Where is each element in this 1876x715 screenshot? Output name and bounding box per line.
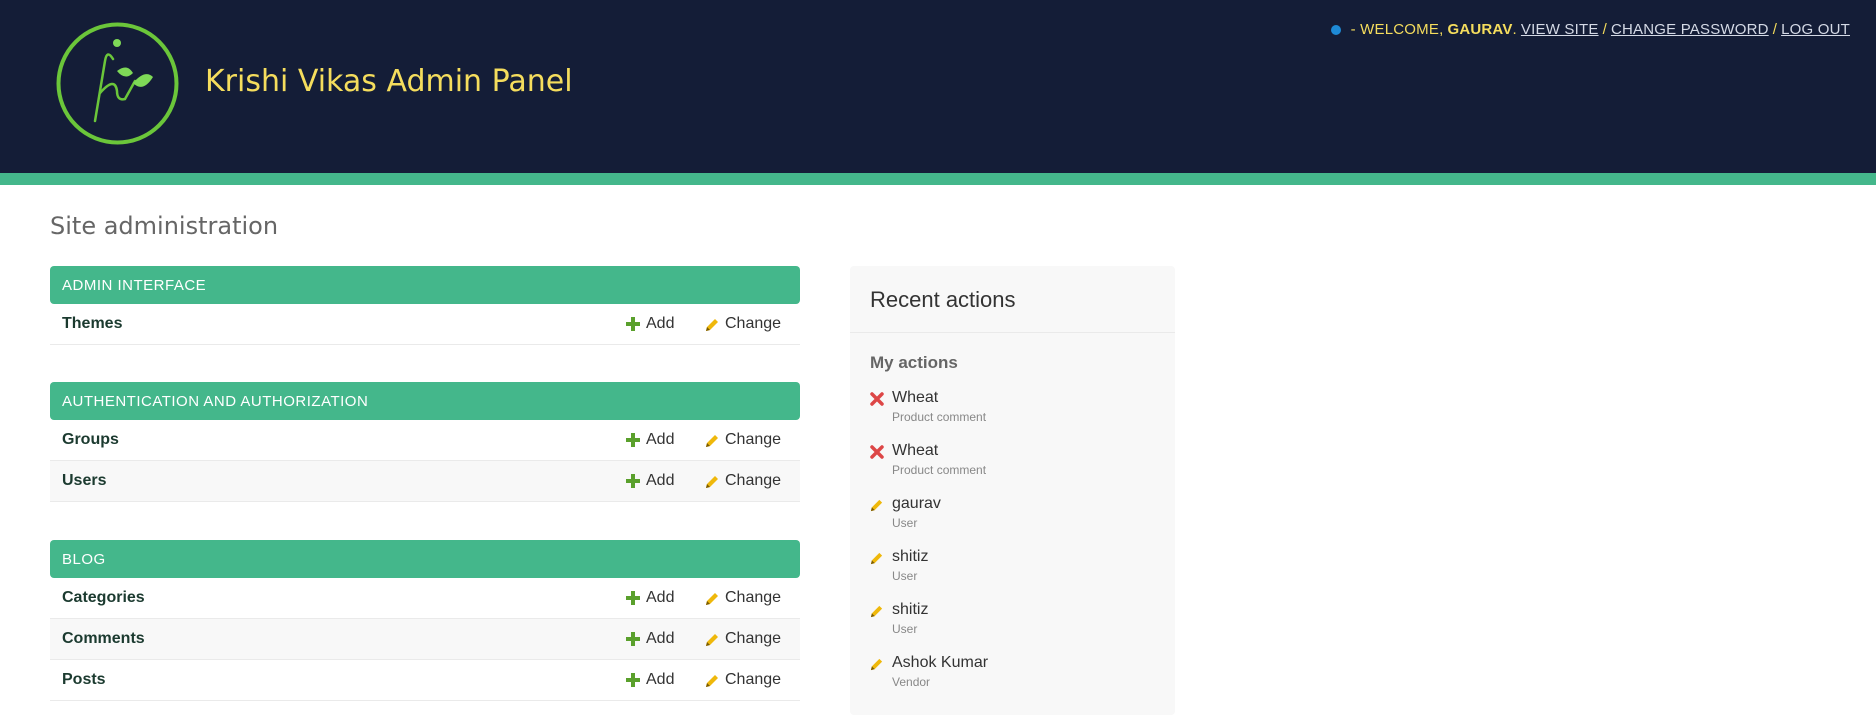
separator: /: [1772, 21, 1778, 38]
action-object-link[interactable]: Wheat: [892, 441, 1155, 461]
list-item: shitiz User: [870, 547, 1155, 600]
change-button[interactable]: Change: [705, 671, 781, 689]
site-brand[interactable]: Krishi Vikas Admin Panel: [205, 64, 573, 99]
module-admin-interface: ADMIN INTERFACE Themes Add Change: [50, 266, 800, 345]
username: GAURAV: [1447, 21, 1513, 38]
page-title: Site administration: [50, 212, 279, 240]
delete-icon: [870, 392, 884, 406]
change-label: Change: [725, 315, 782, 332]
action-object-link[interactable]: shitiz: [892, 600, 1155, 620]
action-object-link[interactable]: Wheat: [892, 388, 1155, 408]
add-label: Add: [646, 431, 675, 448]
list-item: Ashok Kumar Vendor: [870, 653, 1155, 706]
add-label: Add: [646, 589, 675, 606]
plus-icon: [626, 474, 640, 488]
model-link[interactable]: Themes: [62, 315, 788, 333]
action-object-link[interactable]: gaurav: [892, 494, 1155, 514]
add-button[interactable]: Add: [626, 630, 674, 648]
pencil-icon: [870, 552, 883, 565]
action-object-type: Product comment: [892, 410, 987, 424]
table-row: Users Add Change: [50, 461, 800, 502]
pencil-icon: [706, 633, 718, 646]
table-row: Comments Add Change: [50, 619, 800, 660]
welcome-text: - WELCOME,: [1350, 21, 1444, 38]
plus-icon: [626, 673, 640, 687]
action-object-link[interactable]: Ashok Kumar: [892, 653, 1155, 673]
add-button[interactable]: Add: [626, 315, 674, 333]
table-row: Categories Add Change: [50, 578, 800, 619]
change-password-link[interactable]: CHANGE PASSWORD: [1611, 21, 1769, 38]
log-out-link[interactable]: LOG OUT: [1781, 21, 1850, 38]
list-item: Wheat Product comment: [870, 441, 1155, 494]
status-dot-icon: [1330, 24, 1341, 35]
pencil-icon: [870, 658, 883, 671]
action-object-type: User: [892, 622, 918, 636]
module-authentication-and-authorization: AUTHENTICATION AND AUTHORIZATION Groups …: [50, 382, 800, 502]
list-item: gaurav User: [870, 494, 1155, 547]
action-object-type: User: [892, 569, 918, 583]
table-row: Posts Add Change: [50, 660, 800, 701]
model-link[interactable]: Categories: [62, 589, 788, 607]
period: .: [1512, 21, 1517, 38]
action-object-link[interactable]: shitiz: [892, 547, 1155, 567]
model-link[interactable]: Users: [62, 472, 788, 490]
add-button[interactable]: Add: [626, 431, 674, 449]
site-header: Krishi Vikas Admin Panel - WELCOME, GAUR…: [0, 0, 1876, 173]
header-stripe: [0, 173, 1876, 185]
table-row: Groups Add Change: [50, 420, 800, 461]
action-object-type: Vendor: [892, 675, 931, 689]
recent-actions-title: Recent actions: [850, 266, 1175, 333]
change-button[interactable]: Change: [705, 431, 781, 449]
add-label: Add: [646, 671, 675, 688]
model-link[interactable]: Comments: [62, 630, 788, 648]
action-list: Wheat Product comment Wheat Product comm…: [850, 388, 1175, 706]
recent-actions-panel: Recent actions My actions Wheat Product …: [850, 266, 1175, 715]
module-blog: BLOG Categories Add Change Comments Add …: [50, 540, 800, 701]
change-label: Change: [725, 472, 782, 489]
change-label: Change: [725, 431, 782, 448]
list-item: Wheat Product comment: [870, 388, 1155, 441]
plus-icon: [626, 591, 640, 605]
delete-icon: [870, 445, 884, 459]
pencil-icon: [706, 434, 718, 447]
add-button[interactable]: Add: [626, 472, 674, 490]
plus-icon: [626, 317, 640, 331]
model-link[interactable]: Posts: [62, 671, 788, 689]
user-tools: - WELCOME, GAURAV . VIEW SITE / CHANGE P…: [1330, 21, 1850, 38]
module-caption[interactable]: AUTHENTICATION AND AUTHORIZATION: [50, 382, 800, 420]
pencil-icon: [706, 475, 718, 488]
model-link[interactable]: Groups: [62, 431, 788, 449]
plus-icon: [626, 433, 640, 447]
change-label: Change: [725, 589, 782, 606]
pencil-icon: [706, 674, 718, 687]
add-label: Add: [646, 315, 675, 332]
add-label: Add: [646, 630, 675, 647]
list-item: shitiz User: [870, 600, 1155, 653]
change-button[interactable]: Change: [705, 472, 781, 490]
change-label: Change: [725, 630, 782, 647]
action-object-type: Product comment: [892, 463, 987, 477]
separator: /: [1602, 21, 1607, 38]
change-label: Change: [725, 671, 782, 688]
pencil-icon: [870, 499, 883, 512]
pencil-icon: [706, 318, 718, 331]
module-caption[interactable]: BLOG: [50, 540, 800, 578]
module-caption[interactable]: ADMIN INTERFACE: [50, 266, 800, 304]
krishi-vikas-logo[interactable]: [55, 21, 180, 146]
add-button[interactable]: Add: [626, 589, 674, 607]
change-button[interactable]: Change: [705, 630, 781, 648]
pencil-icon: [870, 605, 883, 618]
pencil-icon: [706, 592, 718, 605]
change-button[interactable]: Change: [705, 315, 781, 333]
add-label: Add: [646, 472, 675, 489]
my-actions-heading: My actions: [870, 353, 958, 372]
action-object-type: User: [892, 516, 918, 530]
table-row: Themes Add Change: [50, 304, 800, 345]
view-site-link[interactable]: VIEW SITE: [1521, 21, 1599, 38]
plus-icon: [626, 632, 640, 646]
add-button[interactable]: Add: [626, 671, 674, 689]
change-button[interactable]: Change: [705, 589, 781, 607]
